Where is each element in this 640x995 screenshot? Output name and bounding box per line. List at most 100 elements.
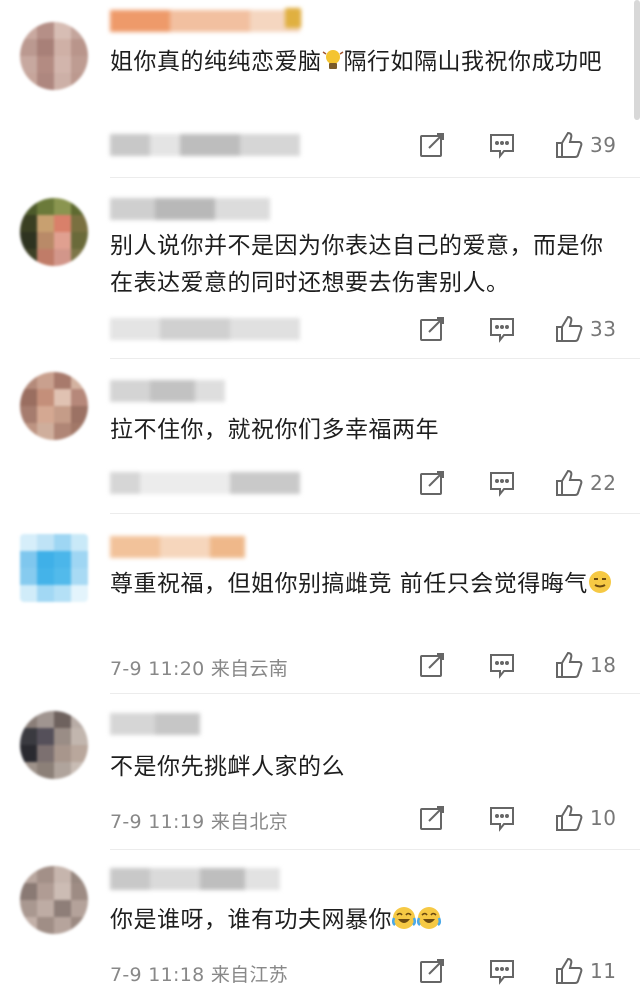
comment-icon[interactable] <box>488 128 516 162</box>
avatar-mosaic-cell <box>54 534 71 551</box>
avatar[interactable] <box>20 372 88 440</box>
comment-icon[interactable] <box>488 954 516 988</box>
avatar-mosaic-cell <box>54 866 71 883</box>
avatar-mosaic-cell <box>71 534 88 551</box>
avatar-mosaic-cell <box>54 728 71 745</box>
avatar-mosaic-cell <box>20 406 37 423</box>
avatar-mosaic-cell <box>71 568 88 585</box>
comment-item: 你是谁呀，谁有功夫网暴你 7-9 11:18 来自江苏 11 <box>0 852 640 995</box>
action-bar: 22 <box>418 466 628 500</box>
avatar-mosaic-cell <box>71 389 88 406</box>
divider <box>110 513 640 514</box>
avatar-mosaic-cell <box>37 568 54 585</box>
avatar[interactable] <box>20 534 88 602</box>
avatar[interactable] <box>20 198 88 266</box>
avatar-mosaic-cell <box>20 372 37 389</box>
grimace-emoji <box>588 569 612 606</box>
avatar-mosaic-cell <box>20 585 37 602</box>
username-blurred[interactable] <box>110 713 200 735</box>
username-blurred[interactable] <box>110 380 225 402</box>
avatar-mosaic-cell <box>54 372 71 389</box>
avatar-mosaic-cell <box>54 215 71 232</box>
like-count: 39 <box>590 133 617 157</box>
action-bar: 39 <box>418 128 628 162</box>
avatar-mosaic-cell <box>20 249 37 266</box>
avatar-mosaic-cell <box>20 73 37 90</box>
avatar-mosaic-cell <box>54 22 71 39</box>
like-button[interactable]: 33 <box>554 312 616 346</box>
repost-icon[interactable] <box>418 466 446 500</box>
avatar-mosaic-cell <box>71 866 88 883</box>
avatar-mosaic-cell <box>37 745 54 762</box>
avatar-mosaic-cell <box>71 215 88 232</box>
like-count: 18 <box>590 653 617 677</box>
repost-icon[interactable] <box>418 954 446 988</box>
avatar-mosaic-cell <box>54 585 71 602</box>
like-button[interactable]: 22 <box>554 466 616 500</box>
avatar-mosaic-cell <box>20 762 37 779</box>
meta-blurred <box>110 134 300 156</box>
username-blurred[interactable] <box>110 868 280 890</box>
repost-icon[interactable] <box>418 312 446 346</box>
comment-meta: 7-9 11:20 来自云南 <box>110 658 289 680</box>
repost-icon[interactable] <box>418 648 446 682</box>
avatar[interactable] <box>20 22 88 90</box>
avatar-mosaic-cell <box>54 711 71 728</box>
comment-item: 尊重祝福，但姐你别搞雌竞 前任只会觉得晦气 7-9 11:20 来自云南 18 <box>0 516 640 691</box>
action-bar: 33 <box>418 312 628 346</box>
avatar-mosaic-cell <box>54 73 71 90</box>
username-blurred[interactable] <box>110 198 270 220</box>
username-blurred[interactable] <box>110 10 300 32</box>
avatar-mosaic-cell <box>71 917 88 934</box>
avatar-mosaic-cell <box>20 711 37 728</box>
comment-text: 拉不住你，就祝你们多幸福两年 <box>110 417 439 443</box>
comment-item: 拉不住你，就祝你们多幸福两年 22 <box>0 362 640 512</box>
avatar-mosaic-cell <box>71 728 88 745</box>
avatar-mosaic-cell <box>20 900 37 917</box>
avatar-mosaic-cell <box>20 22 37 39</box>
like-button[interactable]: 18 <box>554 648 616 682</box>
avatar-mosaic-cell <box>37 372 54 389</box>
avatar-mosaic-cell <box>37 728 54 745</box>
divider <box>110 177 640 178</box>
avatar-mosaic-cell <box>37 917 54 934</box>
avatar-mosaic-cell <box>54 568 71 585</box>
avatar-mosaic-cell <box>20 745 37 762</box>
avatar-mosaic-cell <box>20 423 37 440</box>
avatar-mosaic-cell <box>71 883 88 900</box>
avatar-mosaic-cell <box>20 728 37 745</box>
comment-meta: 7-9 11:19 来自北京 <box>110 811 289 833</box>
repost-icon[interactable] <box>418 801 446 835</box>
avatar-mosaic-cell <box>37 73 54 90</box>
comment-icon[interactable] <box>488 466 516 500</box>
comment-icon[interactable] <box>488 648 516 682</box>
username-blurred[interactable] <box>110 536 245 558</box>
avatar-mosaic-cell <box>37 22 54 39</box>
avatar-mosaic-cell <box>71 762 88 779</box>
like-button[interactable]: 11 <box>554 954 616 988</box>
comment-text: 姐你真的纯纯恋爱脑 隔行如隔山我祝你成功吧 <box>110 44 615 84</box>
avatar-mosaic-cell <box>54 232 71 249</box>
avatar-mosaic-cell <box>20 198 37 215</box>
like-button[interactable]: 10 <box>554 801 616 835</box>
avatar-mosaic-cell <box>37 762 54 779</box>
avatar-mosaic-cell <box>20 551 37 568</box>
avatar-mosaic-cell <box>54 917 71 934</box>
avatar-mosaic-cell <box>71 745 88 762</box>
avatar-mosaic-cell <box>37 551 54 568</box>
avatar-mosaic-cell <box>37 423 54 440</box>
avatar-mosaic-cell <box>71 198 88 215</box>
avatar-mosaic-cell <box>37 711 54 728</box>
avatar-mosaic-cell <box>37 215 54 232</box>
avatar[interactable] <box>20 866 88 934</box>
avatar-mosaic-cell <box>54 56 71 73</box>
avatar-mosaic-cell <box>71 39 88 56</box>
comment-icon[interactable] <box>488 312 516 346</box>
like-button[interactable]: 39 <box>554 128 616 162</box>
repost-icon[interactable] <box>418 128 446 162</box>
avatar[interactable] <box>20 711 88 779</box>
avatar-mosaic-cell <box>20 232 37 249</box>
comment-icon[interactable] <box>488 801 516 835</box>
avatar-mosaic-cell <box>37 56 54 73</box>
avatar-mosaic-cell <box>20 534 37 551</box>
